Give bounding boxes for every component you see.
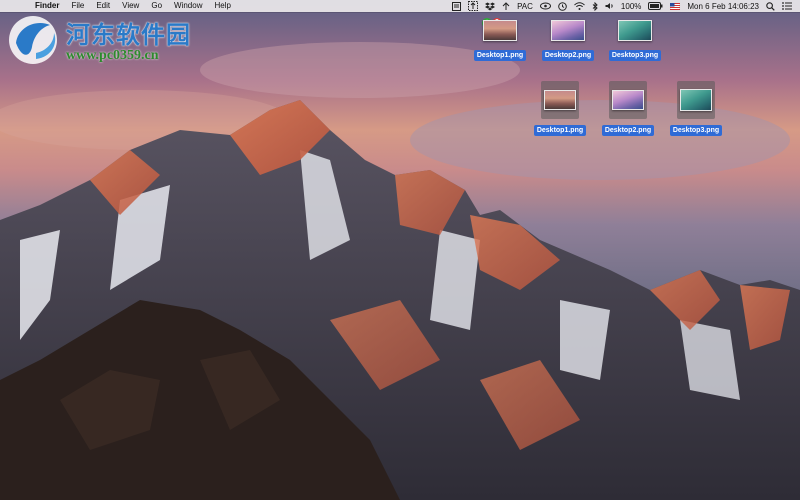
spotlight-search-icon[interactable] bbox=[766, 0, 775, 12]
wifi-icon[interactable] bbox=[574, 0, 585, 12]
dropbox-icon[interactable] bbox=[485, 0, 496, 12]
menu-go[interactable]: Go bbox=[145, 0, 168, 12]
file-thumbnail bbox=[612, 90, 644, 110]
dragged-file-desktop3[interactable]: Desktop3.png bbox=[603, 16, 667, 62]
flag-icon[interactable] bbox=[670, 0, 681, 12]
watermark-url: www.pc0359.cn bbox=[66, 48, 159, 63]
menu-help[interactable]: Help bbox=[208, 0, 236, 12]
file-thumbnail bbox=[544, 90, 576, 110]
watermark-logo-icon bbox=[9, 16, 57, 64]
file-thumbnail bbox=[618, 19, 652, 41]
eye-icon[interactable] bbox=[539, 0, 551, 12]
dragged-file-desktop1[interactable]: Desktop1.png bbox=[468, 16, 532, 62]
menu-view[interactable]: View bbox=[116, 0, 145, 12]
upload-icon[interactable] bbox=[502, 0, 510, 12]
file-label: Desktop2.png bbox=[601, 125, 655, 136]
menu-file[interactable]: File bbox=[65, 0, 90, 12]
file-label: Desktop2.png bbox=[541, 50, 595, 61]
menu-clock[interactable]: Mon 6 Feb 14:06:23 bbox=[687, 2, 759, 11]
battery-percent[interactable]: 100% bbox=[621, 2, 641, 11]
drop-target-icon[interactable] bbox=[468, 0, 479, 12]
volume-icon[interactable] bbox=[605, 0, 614, 12]
file-thumbnail bbox=[483, 19, 517, 41]
notes-icon[interactable] bbox=[452, 0, 462, 12]
menu-window[interactable]: Window bbox=[168, 0, 208, 12]
desktop-file-desktop2[interactable]: Desktop2.png bbox=[596, 81, 660, 137]
desktop-file-desktop3[interactable]: Desktop3.png bbox=[664, 81, 728, 137]
desktop-wallpaper bbox=[0, 0, 800, 500]
file-label: Desktop1.png bbox=[533, 125, 587, 136]
file-thumbnail bbox=[551, 19, 585, 41]
watermark-title: 河东软件园 bbox=[66, 21, 191, 49]
file-label: Desktop3.png bbox=[608, 50, 662, 61]
file-thumbnail bbox=[680, 89, 712, 111]
menu-edit[interactable]: Edit bbox=[90, 0, 116, 12]
file-label: Desktop3.png bbox=[669, 125, 723, 136]
desktop-file-desktop1[interactable]: Desktop1.png bbox=[528, 81, 592, 137]
menu-bar: Finder File Edit View Go Window Help PAC bbox=[0, 0, 800, 12]
dragged-file-desktop2[interactable]: Desktop2.png bbox=[536, 16, 600, 62]
mountain-illustration bbox=[0, 42, 800, 500]
file-label: Desktop1.png bbox=[473, 50, 527, 61]
vpn-pac-label[interactable]: PAC bbox=[517, 2, 533, 11]
bluetooth-icon[interactable] bbox=[592, 0, 598, 12]
menu-finder[interactable]: Finder bbox=[29, 0, 65, 12]
notification-center-icon[interactable] bbox=[782, 0, 792, 12]
time-machine-icon[interactable] bbox=[558, 0, 567, 12]
battery-icon[interactable] bbox=[648, 0, 663, 12]
